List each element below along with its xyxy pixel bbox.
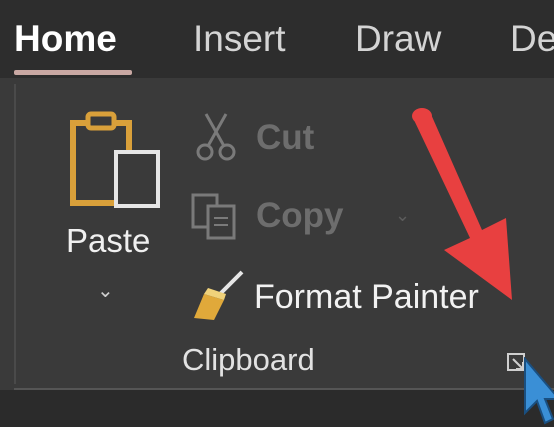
tab-design[interactable]: De: [510, 18, 554, 60]
scissors-icon: [196, 113, 236, 161]
document-area: [0, 390, 554, 427]
copy-label: Copy: [256, 196, 344, 235]
tab-draw[interactable]: Draw: [355, 18, 441, 60]
tab-insert[interactable]: Insert: [193, 18, 286, 60]
mouse-pointer-icon: [524, 357, 554, 425]
tab-home[interactable]: Home: [14, 18, 117, 60]
chevron-down-icon[interactable]: ⌄: [97, 278, 114, 303]
ribbon-divider: [14, 84, 16, 384]
red-arrow-icon: [412, 108, 512, 300]
paintbrush-icon: [194, 270, 244, 320]
paste-label: Paste: [66, 222, 151, 259]
active-tab-indicator: [14, 70, 132, 75]
copy-icon: [191, 193, 236, 240]
group-label-clipboard: Clipboard: [182, 342, 315, 377]
clipboard-icon: [70, 111, 160, 208]
ribbon-tab-bar: Home Insert Draw De: [0, 0, 554, 78]
cut-label: Cut: [256, 118, 315, 157]
